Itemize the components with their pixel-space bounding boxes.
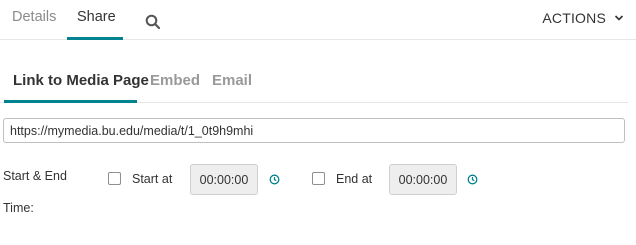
tab-embed[interactable]: Embed [150, 72, 200, 89]
tab-share[interactable]: Share [77, 9, 116, 25]
end-at-label: End at [336, 172, 373, 186]
clock-icon[interactable] [467, 174, 478, 185]
start-at-checkbox[interactable] [108, 172, 121, 185]
tab-details[interactable]: Details [12, 9, 56, 25]
actions-label: ACTIONS [542, 10, 606, 26]
tab-link-to-media-page[interactable]: Link to Media Page [13, 72, 149, 89]
search-icon[interactable] [145, 14, 161, 30]
top-tab-bar: Details Share ACTIONS [0, 0, 636, 40]
actions-menu-button[interactable]: ACTIONS [542, 10, 624, 26]
start-end-time-label: Start & End [3, 169, 67, 183]
start-at-label: Start at [132, 172, 173, 186]
chevron-down-icon [614, 15, 624, 21]
share-tab-bar: Link to Media Page Embed Email [0, 60, 628, 103]
active-tab-indicator [67, 37, 123, 40]
start-time-input[interactable] [190, 164, 258, 195]
start-end-time-label-cont: Time: [3, 201, 34, 215]
active-share-tab-indicator [4, 100, 137, 103]
clock-icon[interactable] [269, 174, 280, 185]
media-link-field[interactable] [3, 118, 625, 143]
end-at-checkbox[interactable] [312, 172, 325, 185]
end-time-input[interactable] [389, 164, 457, 195]
tab-email[interactable]: Email [212, 72, 252, 89]
